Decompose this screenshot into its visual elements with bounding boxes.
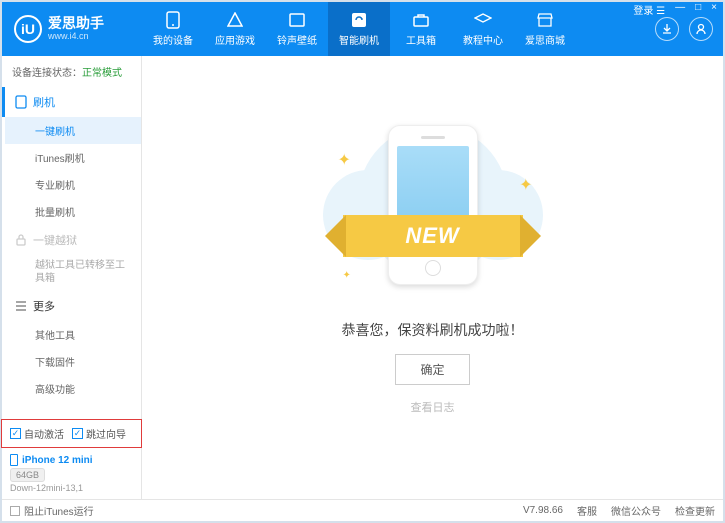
confirm-button[interactable]: 确定 xyxy=(395,354,469,385)
tab-label: 我的设备 xyxy=(153,32,193,47)
tab-apps-games[interactable]: 应用游戏 xyxy=(204,2,266,56)
tab-toolbox[interactable]: 工具箱 xyxy=(390,2,452,56)
connection-status: 设备连接状态：正常模式 xyxy=(2,56,141,87)
tab-tutorials[interactable]: 教程中心 xyxy=(452,2,514,56)
success-message: 恭喜您，保资料刷机成功啦！ xyxy=(342,320,524,340)
sidebar-item-other-tools[interactable]: 其他工具 xyxy=(5,321,141,348)
section-label: 刷机 xyxy=(33,94,55,110)
check-update-link[interactable]: 检查更新 xyxy=(675,503,715,518)
app-name: 爱思助手 xyxy=(48,16,104,31)
sidebar-item-pro-flash[interactable]: 专业刷机 xyxy=(5,171,141,198)
minimize-button[interactable]: — xyxy=(673,2,687,17)
section-flash[interactable]: 刷机 xyxy=(2,87,141,117)
phone-icon xyxy=(164,11,182,29)
apps-icon xyxy=(226,11,244,29)
tab-label: 工具箱 xyxy=(406,32,436,47)
view-log-link[interactable]: 查看日志 xyxy=(411,399,455,415)
device-name: iPhone 12 mini xyxy=(10,454,133,466)
tab-ringtones[interactable]: 铃声壁纸 xyxy=(266,2,328,56)
device-phone-icon xyxy=(10,454,18,466)
login-menu[interactable]: 登录 ☰ xyxy=(631,2,667,17)
device-identifier: Down-12mini-13,1 xyxy=(10,483,133,493)
close-button[interactable]: × xyxy=(709,2,719,17)
status-value: 正常模式 xyxy=(82,68,122,79)
sidebar-item-download-firmware[interactable]: 下载固件 xyxy=(5,348,141,375)
checkbox-block-itunes[interactable]: 阻止iTunes运行 xyxy=(10,503,94,518)
sidebar-item-advanced[interactable]: 高级功能 xyxy=(5,375,141,402)
new-banner: NEW xyxy=(343,215,523,257)
main-content: ✦ ✦ ✦ NEW 恭喜您，保资料刷机成功啦！ 确定 查看日志 xyxy=(142,56,723,499)
logo-area: iU 爱思助手 www.i4.cn xyxy=(2,15,142,43)
menu-icon xyxy=(15,300,27,312)
tab-label: 智能刷机 xyxy=(339,32,379,47)
tab-label: 应用游戏 xyxy=(215,32,255,47)
app-url: www.i4.cn xyxy=(48,32,104,42)
options-highlight-box: ✓自动激活 ✓跳过向导 xyxy=(1,419,142,448)
section-label: 更多 xyxy=(33,298,55,314)
wechat-link[interactable]: 微信公众号 xyxy=(611,503,661,518)
jailbreak-moved-note: 越狱工具已转移至工具箱 xyxy=(5,255,141,291)
flash-icon xyxy=(350,11,368,29)
sidebar-item-oneclick-flash[interactable]: 一键刷机 xyxy=(5,117,141,144)
nav-tabs: 我的设备 应用游戏 铃声壁纸 智能刷机 工具箱 教程中心 爱思商城 xyxy=(142,2,655,56)
tab-store[interactable]: 爱思商城 xyxy=(514,2,576,56)
user-button[interactable] xyxy=(689,17,713,41)
tab-label: 铃声壁纸 xyxy=(277,32,317,47)
tab-label: 爱思商城 xyxy=(525,32,565,47)
section-more[interactable]: 更多 xyxy=(5,291,141,321)
sidebar-item-batch-flash[interactable]: 批量刷机 xyxy=(5,198,141,225)
checkbox-skip-guide[interactable]: ✓跳过向导 xyxy=(72,426,126,441)
tab-smart-flash[interactable]: 智能刷机 xyxy=(328,2,390,56)
device-storage: 64GB xyxy=(10,468,45,482)
success-illustration: ✦ ✦ ✦ NEW xyxy=(323,120,543,300)
tab-my-device[interactable]: 我的设备 xyxy=(142,2,204,56)
store-icon xyxy=(536,11,554,29)
wallpaper-icon xyxy=(288,11,306,29)
phone-icon xyxy=(15,95,27,109)
app-header: iU 爱思助手 www.i4.cn 我的设备 应用游戏 铃声壁纸 智能刷机 工具… xyxy=(2,2,723,56)
window-controls: 登录 ☰ — □ × xyxy=(631,2,719,17)
section-jailbreak[interactable]: 一键越狱 xyxy=(5,225,141,255)
logo-icon: iU xyxy=(14,15,42,43)
checkbox-auto-activate[interactable]: ✓自动激活 xyxy=(10,426,64,441)
tab-label: 教程中心 xyxy=(463,32,503,47)
section-label: 一键越狱 xyxy=(33,232,77,248)
lock-icon xyxy=(15,234,27,246)
maximize-button[interactable]: □ xyxy=(693,2,703,17)
footer: 阻止iTunes运行 V7.98.66 客服 微信公众号 检查更新 xyxy=(2,499,723,521)
sidebar: 设备连接状态：正常模式 刷机 一键刷机 iTunes刷机 专业刷机 批量刷机 一… xyxy=(2,56,142,499)
phone-illustration xyxy=(388,125,478,285)
toolbox-icon xyxy=(412,11,430,29)
header-actions xyxy=(655,17,723,41)
download-button[interactable] xyxy=(655,17,679,41)
device-block[interactable]: iPhone 12 mini 64GB Down-12mini-13,1 xyxy=(2,448,141,499)
version-label: V7.98.66 xyxy=(523,505,563,516)
graduate-icon xyxy=(474,11,492,29)
sidebar-item-itunes-flash[interactable]: iTunes刷机 xyxy=(5,144,141,171)
customer-service-link[interactable]: 客服 xyxy=(577,503,597,518)
